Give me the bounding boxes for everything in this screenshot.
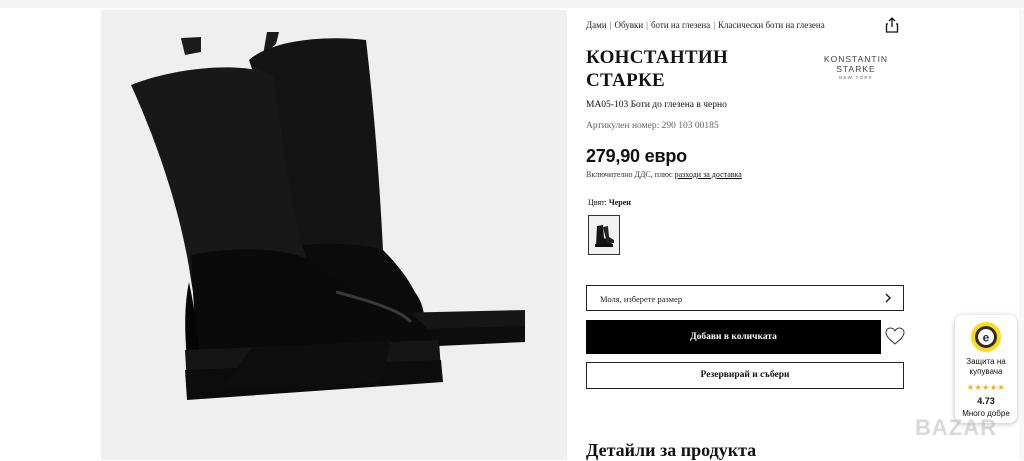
- breadcrumb-item-classic-ankle-boots[interactable]: Класически боти на глезена: [718, 20, 825, 30]
- trusted-shops-badge[interactable]: e Защита на купувача ★★★★★ 4.73 Много до…: [955, 315, 1017, 423]
- color-label: Цвят: Черен: [588, 198, 631, 207]
- product-price: 279,90 евро: [586, 146, 687, 166]
- add-to-cart-button[interactable]: Добави в количката: [586, 320, 881, 354]
- trusted-shops-seal-icon: e: [970, 321, 1002, 358]
- share-icon[interactable]: [883, 16, 901, 34]
- breadcrumb: Дами | Обувки | боти на глезена | Класически б…: [586, 20, 825, 30]
- shipping-costs-link[interactable]: разходи за доставка: [675, 170, 742, 179]
- color-label-text: Цвят:: [588, 198, 607, 207]
- article-number: Артикулен номер: 290 103 00185: [586, 121, 719, 131]
- scrollbar[interactable]: [1019, 10, 1024, 460]
- size-select-placeholder: Моля, изберете размер: [600, 294, 683, 304]
- trust-badge-text: Защита на купувача: [966, 357, 1006, 376]
- top-bar: [0, 0, 1024, 8]
- color-swatch-black[interactable]: [588, 215, 620, 255]
- brand-logo[interactable]: KONSTANTIN STARKE NEW YORK: [807, 54, 905, 80]
- color-value: Черен: [608, 198, 631, 207]
- vat-note: Включително ДДС, плюс разходи за доставк…: [586, 170, 742, 179]
- breadcrumb-item-ankle-boots[interactable]: боти на глезена: [651, 20, 710, 30]
- vat-text: Включително ДДС, плюс: [586, 170, 673, 179]
- svg-text:e: e: [983, 331, 990, 345]
- product-image[interactable]: [101, 10, 567, 460]
- brand-title[interactable]: КОНСТАНТИН СТАРКЕ: [586, 46, 796, 92]
- reserve-and-collect-button[interactable]: Резервирай и събери: [586, 362, 904, 389]
- size-select[interactable]: Моля, изберете размер: [586, 285, 904, 311]
- breadcrumb-item-shoes[interactable]: Обувки: [614, 20, 643, 30]
- boots-picture: [131, 32, 525, 400]
- product-name: MA05-103 Боти до глезена в черно: [586, 100, 727, 110]
- product-details-heading[interactable]: Детайли за продукта: [586, 440, 756, 461]
- breadcrumb-item-women[interactable]: Дами: [586, 20, 607, 30]
- trust-badge-rating: 4.73: [977, 396, 995, 406]
- brand-logo-name: KONSTANTIN STARKE: [823, 54, 889, 74]
- trust-badge-stars: ★★★★★: [966, 383, 1006, 392]
- chevron-right-icon: [883, 292, 893, 304]
- watermark-logo: BAZAR: [915, 415, 997, 440]
- brand-logo-city: NEW YORK: [838, 75, 874, 80]
- heart-icon[interactable]: [884, 325, 906, 347]
